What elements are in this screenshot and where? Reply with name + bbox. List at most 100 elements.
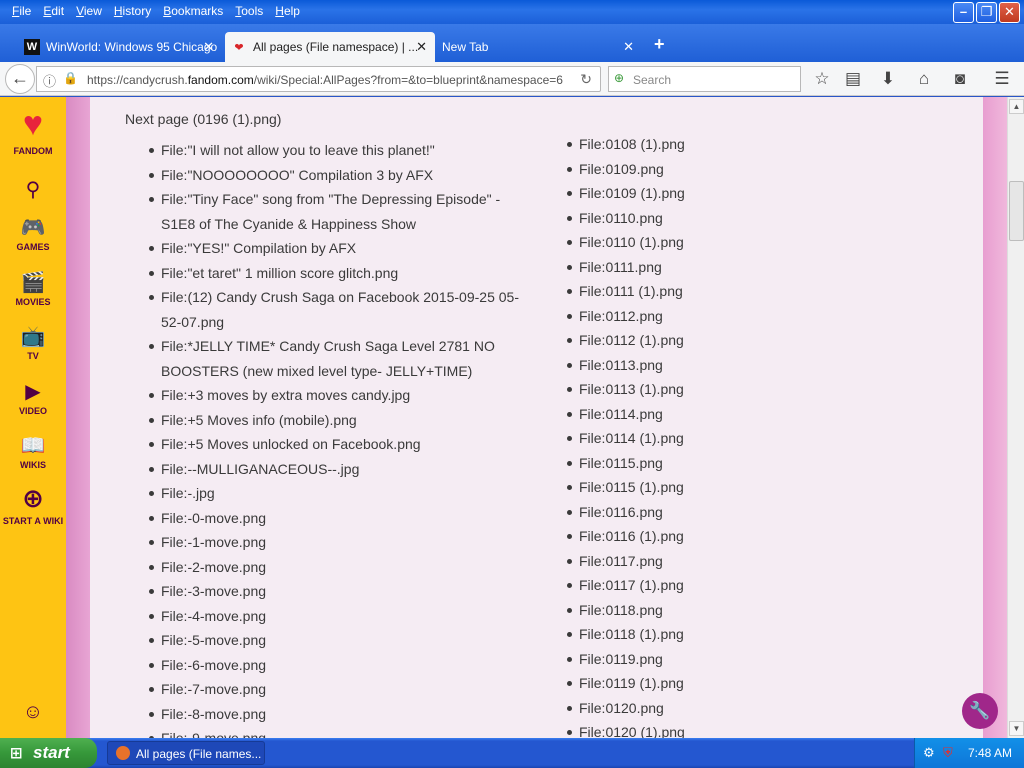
download-icon[interactable]: ⬇ <box>877 69 899 89</box>
rail-start-a-wiki[interactable]: ⊕ START A WIKI <box>0 483 66 526</box>
rail-games[interactable]: 🎮 GAMES <box>0 215 66 252</box>
scroll-thumb[interactable] <box>1009 181 1024 241</box>
file-link[interactable]: File:"YES!" Compilation by AFX <box>149 236 521 261</box>
menu-tools[interactable]: Tools <box>229 4 269 18</box>
home-icon[interactable]: ⌂ <box>913 69 935 89</box>
rail-tv[interactable]: 📺 TV <box>0 324 66 361</box>
file-link[interactable]: File:0117.png <box>567 549 879 574</box>
menu-edit[interactable]: Edit <box>37 4 70 18</box>
file-link[interactable]: File:-2-move.png <box>149 555 521 580</box>
file-link[interactable]: File:"Tiny Face" song from "The Depressi… <box>149 187 521 236</box>
security-shield-icon[interactable]: ⛨ <box>943 745 953 761</box>
info-icon[interactable]: ⓘ <box>43 71 56 90</box>
next-page-link[interactable]: Next page (0196 (1).png) <box>125 111 281 127</box>
back-button[interactable]: ← <box>5 64 35 94</box>
file-link[interactable]: File:0114.png <box>567 402 879 427</box>
menu-history[interactable]: History <box>108 4 157 18</box>
close-tab-icon[interactable]: ✕ <box>203 39 214 55</box>
file-link[interactable]: File:0110.png <box>567 206 879 231</box>
new-tab-button[interactable]: + <box>654 34 665 55</box>
file-link[interactable]: File:0120 (1).png <box>567 720 879 738</box>
file-link[interactable]: File:-9-move.png <box>149 726 521 738</box>
file-link[interactable]: File:0115 (1).png <box>567 475 879 500</box>
file-link[interactable]: File:0116 (1).png <box>567 524 879 549</box>
file-link[interactable]: File:0118 (1).png <box>567 622 879 647</box>
file-link[interactable]: File:0114 (1).png <box>567 426 879 451</box>
fandom-logo[interactable]: ♥ FANDOM <box>0 105 66 156</box>
file-link[interactable]: File:0112.png <box>567 304 879 329</box>
wrench-tools-button[interactable]: 🔧 <box>962 693 998 729</box>
restore-button[interactable]: ❐ <box>976 2 997 23</box>
rail-search[interactable]: ⚲ <box>0 177 66 204</box>
file-link[interactable]: File:--MULLIGANACEOUS--.jpg <box>149 457 521 482</box>
menu-file[interactable]: File <box>6 4 37 18</box>
search-input[interactable]: ⊕ Search <box>608 66 801 92</box>
page-content: Next page (0196 (1).png) File:"I will no… <box>90 97 983 738</box>
file-link[interactable]: File:0111 (1).png <box>567 279 879 304</box>
fandom-sidebar: ♥ FANDOM ⚲ 🎮 GAMES 🎬 MOVIES 📺 TV ▶ VIDEO… <box>0 97 66 738</box>
file-link[interactable]: File:+5 Moves info (mobile).png <box>149 408 521 433</box>
file-link[interactable]: File:0108 (1).png <box>567 132 879 157</box>
user-icon: ☺ <box>22 701 44 723</box>
hamburger-menu-icon[interactable]: ☰ <box>991 69 1013 89</box>
file-link[interactable]: File:0109.png <box>567 157 879 182</box>
close-window-button[interactable]: ✕ <box>999 2 1020 23</box>
bookmark-star-icon[interactable]: ☆ <box>811 69 833 89</box>
file-link[interactable]: File:-1-move.png <box>149 530 521 555</box>
file-link[interactable]: File:0111.png <box>567 255 879 280</box>
file-link[interactable]: File:0118.png <box>567 598 879 623</box>
rail-user-account[interactable]: ☺ <box>0 701 66 726</box>
file-link[interactable]: File:-3-move.png <box>149 579 521 604</box>
reload-icon[interactable]: ↻ <box>580 71 592 88</box>
rail-movies[interactable]: 🎬 MOVIES <box>0 270 66 307</box>
file-link[interactable]: File:"NOOOOOOOO" Compilation 3 by AFX <box>149 163 521 188</box>
file-link[interactable]: File:-8-move.png <box>149 702 521 727</box>
start-button[interactable]: ⊞ start <box>0 738 97 768</box>
scroll-down-arrow[interactable]: ▼ <box>1009 721 1024 736</box>
file-link[interactable]: File:+5 Moves unlocked on Facebook.png <box>149 432 521 457</box>
file-link[interactable]: File:"I will not allow you to leave this… <box>149 138 521 163</box>
menu-help[interactable]: Help <box>269 4 306 18</box>
menu-bookmarks[interactable]: Bookmarks <box>157 4 229 18</box>
vertical-scrollbar[interactable]: ▲ ▼ <box>1007 97 1024 738</box>
file-link[interactable]: File:-5-move.png <box>149 628 521 653</box>
file-link[interactable]: File:0113 (1).png <box>567 377 879 402</box>
file-link[interactable]: File:0116.png <box>567 500 879 525</box>
file-link[interactable]: File:0113.png <box>567 353 879 378</box>
taskbar-item-firefox[interactable]: All pages (File names... <box>107 741 265 765</box>
file-link[interactable]: File:-0-move.png <box>149 506 521 531</box>
file-link[interactable]: File:0120.png <box>567 696 879 721</box>
file-link[interactable]: File:(12) Candy Crush Saga on Facebook 2… <box>149 285 521 334</box>
file-link[interactable]: File:0110 (1).png <box>567 230 879 255</box>
network-icon[interactable]: ⚙ <box>923 745 935 761</box>
file-link[interactable]: File:"et taret" 1 million score glitch.p… <box>149 261 521 286</box>
file-link[interactable]: File:0119.png <box>567 647 879 672</box>
tab-all-pages[interactable]: ❤ All pages (File namespace) | ... ✕ <box>225 32 435 62</box>
tab-new-tab[interactable]: New Tab ✕ <box>436 32 642 62</box>
file-link[interactable]: File:0112 (1).png <box>567 328 879 353</box>
file-link[interactable]: File:-7-move.png <box>149 677 521 702</box>
file-link[interactable]: File:0117 (1).png <box>567 573 879 598</box>
file-link[interactable]: File:0115.png <box>567 451 879 476</box>
close-tab-icon[interactable]: ✕ <box>623 39 634 55</box>
file-link[interactable]: File:+3 moves by extra moves candy.jpg <box>149 383 521 408</box>
file-link[interactable]: File:-.jpg <box>149 481 521 506</box>
nav-toolbar: ← ⓘ 🔒 https://candycrush.fandom.com/wiki… <box>0 62 1024 96</box>
menu-view[interactable]: View <box>70 4 108 18</box>
scroll-up-arrow[interactable]: ▲ <box>1009 99 1024 114</box>
bookmarks-library-icon[interactable]: ▤ <box>842 69 864 89</box>
file-link[interactable]: File:*JELLY TIME* Candy Crush Saga Level… <box>149 334 521 383</box>
minimize-button[interactable]: – <box>953 2 974 23</box>
close-tab-icon[interactable]: ✕ <box>416 39 427 55</box>
file-link[interactable]: File:-6-move.png <box>149 653 521 678</box>
rail-wikis[interactable]: 📖 WIKIS <box>0 433 66 470</box>
file-link[interactable]: File:0119 (1).png <box>567 671 879 696</box>
url-bar[interactable]: ⓘ 🔒 https://candycrush.fandom.com/wiki/S… <box>36 66 601 92</box>
file-link[interactable]: File:0109 (1).png <box>567 181 879 206</box>
tab-winworld[interactable]: W WinWorld: Windows 95 Chicago ✕ <box>18 32 222 62</box>
pocket-icon[interactable]: ◙ <box>949 69 971 89</box>
rail-video[interactable]: ▶ VIDEO <box>0 379 66 416</box>
search-engine-icon[interactable]: ⊕ <box>614 71 624 85</box>
file-link[interactable]: File:-4-move.png <box>149 604 521 629</box>
lock-icon[interactable]: 🔒 <box>63 71 78 85</box>
